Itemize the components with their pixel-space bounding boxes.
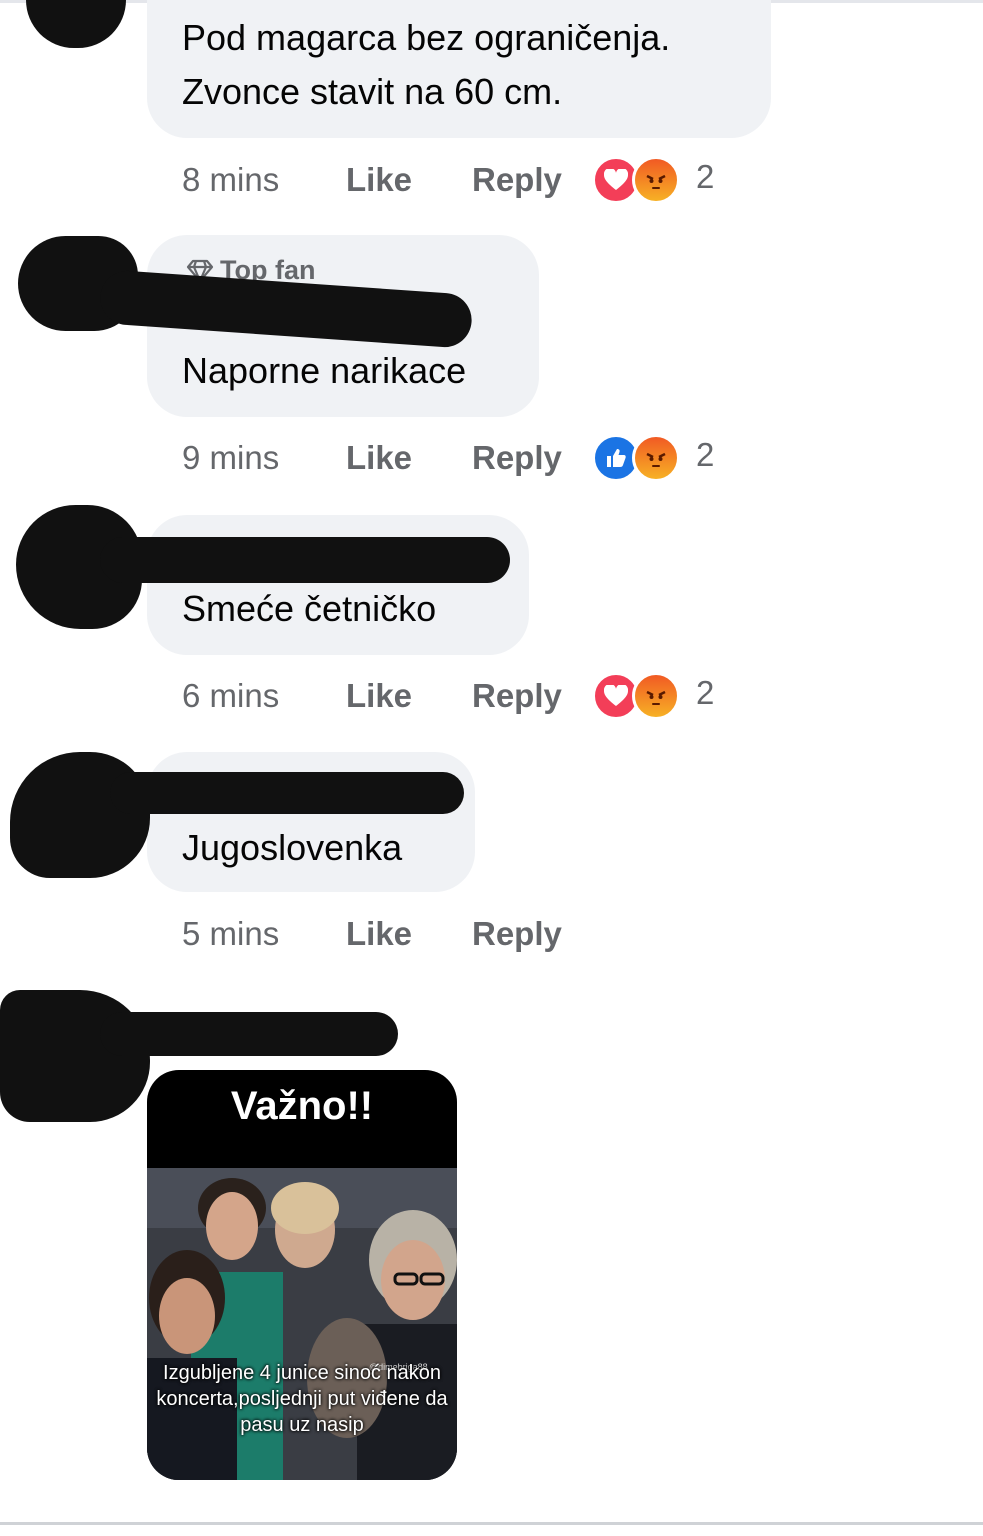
redacted-name xyxy=(100,1012,398,1056)
bottom-divider xyxy=(0,1522,983,1525)
comment-timestamp[interactable]: 5 mins xyxy=(182,915,346,953)
reaction-summary[interactable]: 2 xyxy=(592,434,722,482)
comment-actions: 5 mins Like Reply xyxy=(182,909,592,959)
comment-text: Smeće četničko xyxy=(182,588,437,629)
like-button[interactable]: Like xyxy=(346,439,472,477)
redacted-avatar xyxy=(26,0,126,48)
reply-button[interactable]: Reply xyxy=(472,677,592,715)
reaction-count: 2 xyxy=(696,436,715,473)
reply-button[interactable]: Reply xyxy=(472,439,592,477)
comment-text: Zvonce stavit na 60 cm. xyxy=(182,71,563,112)
reaction-summary[interactable]: 2 xyxy=(592,156,722,204)
redacted-avatar xyxy=(10,752,150,878)
like-button[interactable]: Like xyxy=(346,915,472,953)
comment-timestamp[interactable]: 9 mins xyxy=(182,439,346,477)
image-attachment[interactable]: Važno!! @dimebriga88 Izgubljene 4 junice xyxy=(147,1070,457,1480)
redacted-name xyxy=(100,537,510,583)
comment-timestamp[interactable]: 6 mins xyxy=(182,677,346,715)
redacted-name xyxy=(110,772,464,814)
reaction-count: 2 xyxy=(696,674,715,711)
comment-text: Pod magarca bez ograničenja. xyxy=(182,17,671,58)
comment-bubble[interactable]: Pod magarca bez ograničenja. Zvonce stav… xyxy=(147,0,771,138)
comment-timestamp[interactable]: 8 mins xyxy=(182,161,346,199)
angry-reaction-icon xyxy=(632,672,680,720)
comment-actions: 8 mins Like Reply xyxy=(182,155,592,205)
comment-actions: 6 mins Like Reply xyxy=(182,671,592,721)
reply-button[interactable]: Reply xyxy=(472,915,592,953)
like-button[interactable]: Like xyxy=(346,161,472,199)
like-button[interactable]: Like xyxy=(346,677,472,715)
comment-actions: 9 mins Like Reply xyxy=(182,433,592,483)
reaction-count: 2 xyxy=(696,158,715,195)
angry-reaction-icon xyxy=(632,156,680,204)
image-title: Važno!! xyxy=(230,1084,374,1128)
comment-bubble[interactable]: Smeće četničko xyxy=(147,515,529,655)
reply-button[interactable]: Reply xyxy=(472,161,592,199)
reaction-summary[interactable]: 2 xyxy=(592,672,722,720)
redacted-avatar xyxy=(0,990,150,1122)
image-caption: Izgubljene 4 junice sinoć nakon koncerta… xyxy=(156,1362,448,1436)
angry-reaction-icon xyxy=(632,434,680,482)
comment-text: Jugoslovenka xyxy=(182,827,403,868)
comment-text: Naporne narikace xyxy=(182,350,467,391)
